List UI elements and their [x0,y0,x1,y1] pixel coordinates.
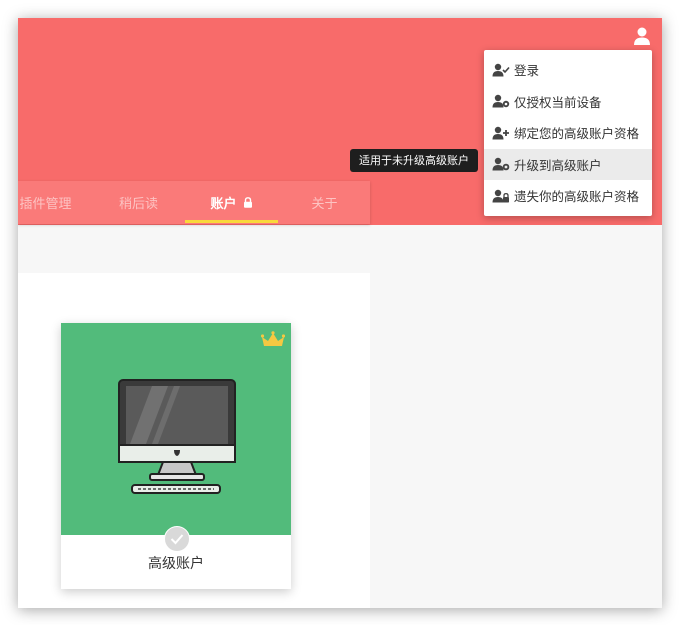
menu-item-upgrade-premium[interactable]: 升级到高级账户 [484,148,652,180]
tab-plugin-management[interactable]: 插件管理 [18,181,92,224]
tab-label: 关于 [311,197,338,212]
tab-bar: 插件管理 稍后读 账户 关于 [18,181,370,224]
menu-item-authorize-device[interactable]: 仅授权当前设备 [484,86,652,118]
imac-icon [118,379,236,499]
menu-item-label: 登录 [514,63,540,79]
user-check-icon [492,63,510,77]
menu-item-label: 遗失你的高级账户资格 [514,189,640,205]
app-window: 插件管理 稍后读 账户 关于 高级账户 适用于未升级高级账户 登录 仅授权当前设… [18,18,662,608]
user-device-icon [492,94,510,108]
menu-item-lost-premium[interactable]: 遗失你的高级账户资格 [484,180,652,212]
user-dropdown-menu: 登录 仅授权当前设备 绑定您的高级账户资格 升级到高级账户 遗失你的高级账户资格 [484,50,652,216]
menu-item-label: 绑定您的高级账户资格 [514,126,640,142]
menu-item-label: 升级到高级账户 [514,157,602,173]
crown-icon [260,331,286,352]
menu-item-label: 仅授权当前设备 [514,94,602,110]
user-add-icon [492,126,510,140]
menu-item-bind-premium[interactable]: 绑定您的高级账户资格 [484,117,652,149]
check-icon [164,526,190,552]
tab-label: 插件管理 [19,197,72,212]
user-icon [634,27,650,45]
tab-about[interactable]: 关于 [278,181,371,224]
plan-card-banner [61,323,291,535]
tab-read-later[interactable]: 稍后读 [92,181,185,224]
tab-label: 稍后读 [118,197,158,212]
user-menu-button[interactable] [632,26,652,46]
user-lock-icon [492,189,510,203]
user-upgrade-icon [492,157,510,171]
upgrade-tooltip: 适用于未升级高级账户 [350,149,478,172]
premium-plan-card[interactable]: 高级账户 [61,323,291,589]
tab-indicator [185,220,278,223]
lock-icon [243,197,253,208]
tab-account[interactable]: 账户 [185,181,278,224]
tab-label: 账户 [210,197,237,212]
menu-item-login[interactable]: 登录 [484,54,652,86]
plan-title: 高级账户 [148,556,204,572]
